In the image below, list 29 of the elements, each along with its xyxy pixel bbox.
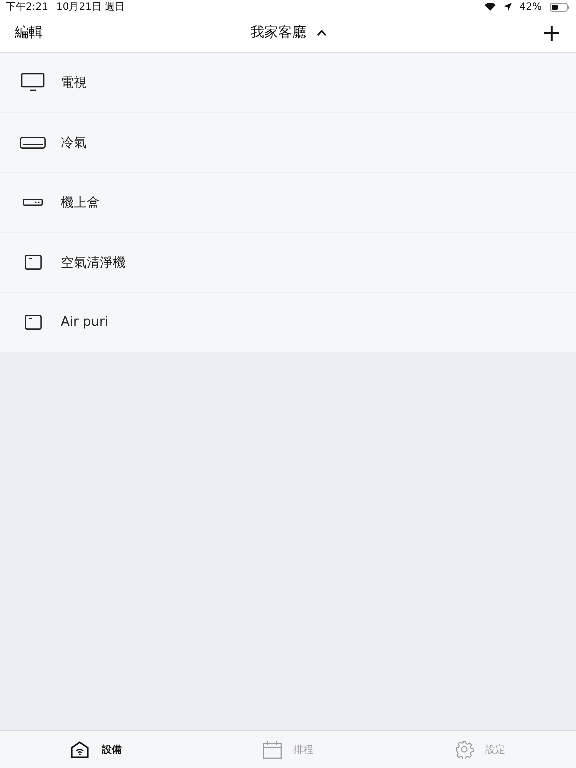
battery-icon xyxy=(550,2,570,12)
device-name: 機上盒 xyxy=(61,194,100,212)
edit-button[interactable]: 編輯 xyxy=(15,24,43,42)
purifier-icon xyxy=(24,315,42,330)
device-name: 空氣清淨機 xyxy=(61,254,126,272)
device-row[interactable]: 電視 xyxy=(0,53,576,113)
device-name: 冷氣 xyxy=(61,134,87,152)
add-button[interactable]: + xyxy=(542,21,562,45)
device-row[interactable]: 冷氣 xyxy=(0,113,576,173)
status-time: 下午2:21 xyxy=(6,1,48,14)
tab-bar-item[interactable]: 設備 xyxy=(0,731,192,768)
device-row[interactable]: 空氣清淨機 xyxy=(0,233,576,293)
device-row[interactable]: 機上盒 xyxy=(0,173,576,233)
location-icon xyxy=(504,3,512,11)
set-top-box-icon xyxy=(23,199,43,206)
settings-icon xyxy=(454,740,474,759)
status-date: 10月21日 週日 xyxy=(56,1,126,14)
purifier-icon xyxy=(24,255,42,270)
battery-percentage: 42% xyxy=(520,2,542,12)
air-conditioner-icon xyxy=(20,136,46,148)
calendar-icon xyxy=(262,740,282,758)
home-wifi-icon xyxy=(70,740,90,758)
device-row[interactable]: Air puri xyxy=(0,293,576,353)
wifi-icon xyxy=(484,3,496,11)
device-name: Air puri xyxy=(61,315,108,330)
caret-icon xyxy=(316,30,326,36)
tv-icon xyxy=(21,73,45,92)
device-name: 電視 xyxy=(61,74,87,92)
room-title[interactable]: 我家客廳 xyxy=(250,24,326,42)
